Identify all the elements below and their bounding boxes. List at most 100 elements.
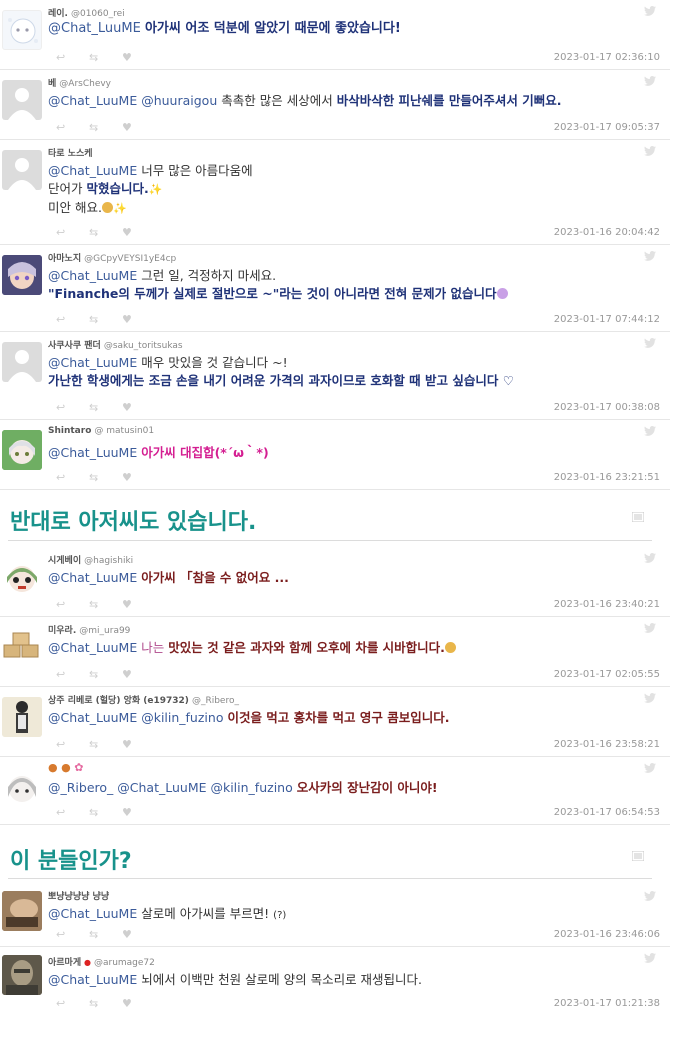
mention[interactable]: @Chat_LuuME @kilin_fuzino (48, 710, 223, 725)
timestamp[interactable]: 2023-01-16 23:40:21 (554, 599, 660, 610)
user-handle[interactable]: @GCpyVEYSI1yE4cp (84, 254, 176, 264)
display-name[interactable]: Shintaro (48, 426, 91, 436)
twitter-bird-icon[interactable] (644, 891, 656, 901)
mention[interactable]: @Chat_LuuME (48, 163, 137, 178)
timestamp[interactable]: 2023-01-17 09:05:37 (554, 122, 660, 133)
avatar[interactable] (2, 150, 42, 190)
reply-icon[interactable]: ↩ (56, 806, 89, 819)
retweet-icon[interactable]: ⇆ (89, 806, 122, 819)
mention[interactable]: @Chat_LuuME (48, 355, 137, 370)
mention[interactable]: @Chat_LuuME @huuraigou (48, 93, 217, 108)
reply-icon[interactable]: ↩ (56, 738, 89, 751)
mention[interactable]: @Chat_LuuME (48, 972, 137, 987)
list-icon[interactable] (632, 851, 644, 861)
timestamp[interactable]: 2023-01-16 23:58:21 (554, 739, 660, 750)
retweet-icon[interactable]: ⇆ (89, 226, 122, 239)
display-name[interactable]: 아마노지 (48, 254, 81, 264)
reply-icon[interactable]: ↩ (56, 313, 89, 326)
retweet-icon[interactable]: ⇆ (89, 997, 122, 1010)
avatar[interactable] (2, 627, 42, 667)
list-icon[interactable] (632, 512, 644, 522)
timestamp[interactable]: 2023-01-16 20:04:42 (554, 227, 660, 238)
user-handle[interactable]: @_Ribero_ (192, 696, 239, 706)
timestamp[interactable]: 2023-01-17 02:05:55 (554, 669, 660, 680)
retweet-icon[interactable]: ⇆ (89, 928, 122, 941)
mention[interactable]: @Chat_LuuME (48, 906, 137, 921)
reply-icon[interactable]: ↩ (56, 51, 89, 64)
like-icon[interactable]: ♥ (122, 401, 155, 414)
user-handle[interactable]: @arumage72 (94, 958, 155, 968)
twitter-bird-icon[interactable] (644, 693, 656, 703)
mention[interactable]: @Chat_LuuME (48, 570, 137, 585)
reply-icon[interactable]: ↩ (56, 226, 89, 239)
user-handle[interactable]: @ArsChevy (59, 79, 111, 89)
twitter-bird-icon[interactable] (644, 338, 656, 348)
twitter-bird-icon[interactable] (644, 553, 656, 563)
twitter-bird-icon[interactable] (644, 953, 656, 963)
mention[interactable]: @Chat_LuuME (48, 268, 137, 283)
avatar[interactable] (2, 80, 42, 120)
user-handle[interactable]: @saku_toritsukas (104, 341, 183, 351)
timestamp[interactable]: 2023-01-16 23:21:51 (554, 472, 660, 483)
like-icon[interactable]: ♥ (122, 928, 155, 941)
like-icon[interactable]: ♥ (122, 121, 155, 134)
display-name[interactable]: 사쿠사쿠 팬더 (48, 341, 101, 351)
like-icon[interactable]: ♥ (122, 668, 155, 681)
user-handle[interactable]: @ matusin01 (94, 426, 154, 436)
display-name[interactable]: 시게베이 (48, 556, 81, 566)
mention[interactable]: @_Ribero_ @Chat_LuuME @kilin_fuzino (48, 780, 293, 795)
display-name[interactable]: 타로 노스케 (48, 149, 93, 159)
reply-icon[interactable]: ↩ (56, 928, 89, 941)
twitter-bird-icon[interactable] (644, 251, 656, 261)
timestamp[interactable]: 2023-01-16 23:46:06 (554, 929, 660, 940)
like-icon[interactable]: ♥ (122, 598, 155, 611)
twitter-bird-icon[interactable] (644, 426, 656, 436)
like-icon[interactable]: ♥ (122, 806, 155, 819)
retweet-icon[interactable]: ⇆ (89, 471, 122, 484)
avatar[interactable] (2, 255, 42, 295)
timestamp[interactable]: 2023-01-17 01:21:38 (554, 998, 660, 1009)
avatar[interactable] (2, 557, 42, 597)
mention[interactable]: @Chat_LuuME (48, 640, 137, 655)
avatar[interactable] (2, 10, 42, 50)
like-icon[interactable]: ♥ (122, 997, 155, 1010)
user-handle[interactable]: @mi_ura99 (79, 626, 130, 636)
twitter-bird-icon[interactable] (644, 623, 656, 633)
like-icon[interactable]: ♥ (122, 226, 155, 239)
reply-icon[interactable]: ↩ (56, 997, 89, 1010)
retweet-icon[interactable]: ⇆ (89, 738, 122, 751)
avatar[interactable] (2, 891, 42, 931)
avatar[interactable] (2, 430, 42, 470)
display-name[interactable]: 미우라. (48, 626, 76, 636)
display-name[interactable]: 레이. (48, 9, 68, 19)
user-handle[interactable]: @01060_rei (71, 9, 125, 19)
avatar[interactable] (2, 767, 42, 807)
user-handle[interactable]: @hagishiki (84, 556, 133, 566)
retweet-icon[interactable]: ⇆ (89, 313, 122, 326)
timestamp[interactable]: 2023-01-17 02:36:10 (554, 52, 660, 63)
reply-icon[interactable]: ↩ (56, 598, 89, 611)
like-icon[interactable]: ♥ (122, 51, 155, 64)
twitter-bird-icon[interactable] (644, 6, 656, 16)
avatar[interactable] (2, 342, 42, 382)
retweet-icon[interactable]: ⇆ (89, 121, 122, 134)
twitter-bird-icon[interactable] (644, 146, 656, 156)
reply-icon[interactable]: ↩ (56, 668, 89, 681)
mention[interactable]: @Chat_LuuME (48, 21, 141, 36)
retweet-icon[interactable]: ⇆ (89, 401, 122, 414)
timestamp[interactable]: 2023-01-17 00:38:08 (554, 402, 660, 413)
reply-icon[interactable]: ↩ (56, 401, 89, 414)
like-icon[interactable]: ♥ (122, 471, 155, 484)
display-name[interactable]: 베 (48, 79, 56, 89)
reply-icon[interactable]: ↩ (56, 121, 89, 134)
retweet-icon[interactable]: ⇆ (89, 668, 122, 681)
like-icon[interactable]: ♥ (122, 313, 155, 326)
mention[interactable]: @Chat_LuuME (48, 445, 137, 460)
twitter-bird-icon[interactable] (644, 763, 656, 773)
like-icon[interactable]: ♥ (122, 738, 155, 751)
twitter-bird-icon[interactable] (644, 76, 656, 86)
reply-icon[interactable]: ↩ (56, 471, 89, 484)
retweet-icon[interactable]: ⇆ (89, 598, 122, 611)
display-name[interactable]: 상주 리베로 (헐당) 앙화 (e19732) (48, 696, 189, 706)
avatar[interactable] (2, 697, 42, 737)
